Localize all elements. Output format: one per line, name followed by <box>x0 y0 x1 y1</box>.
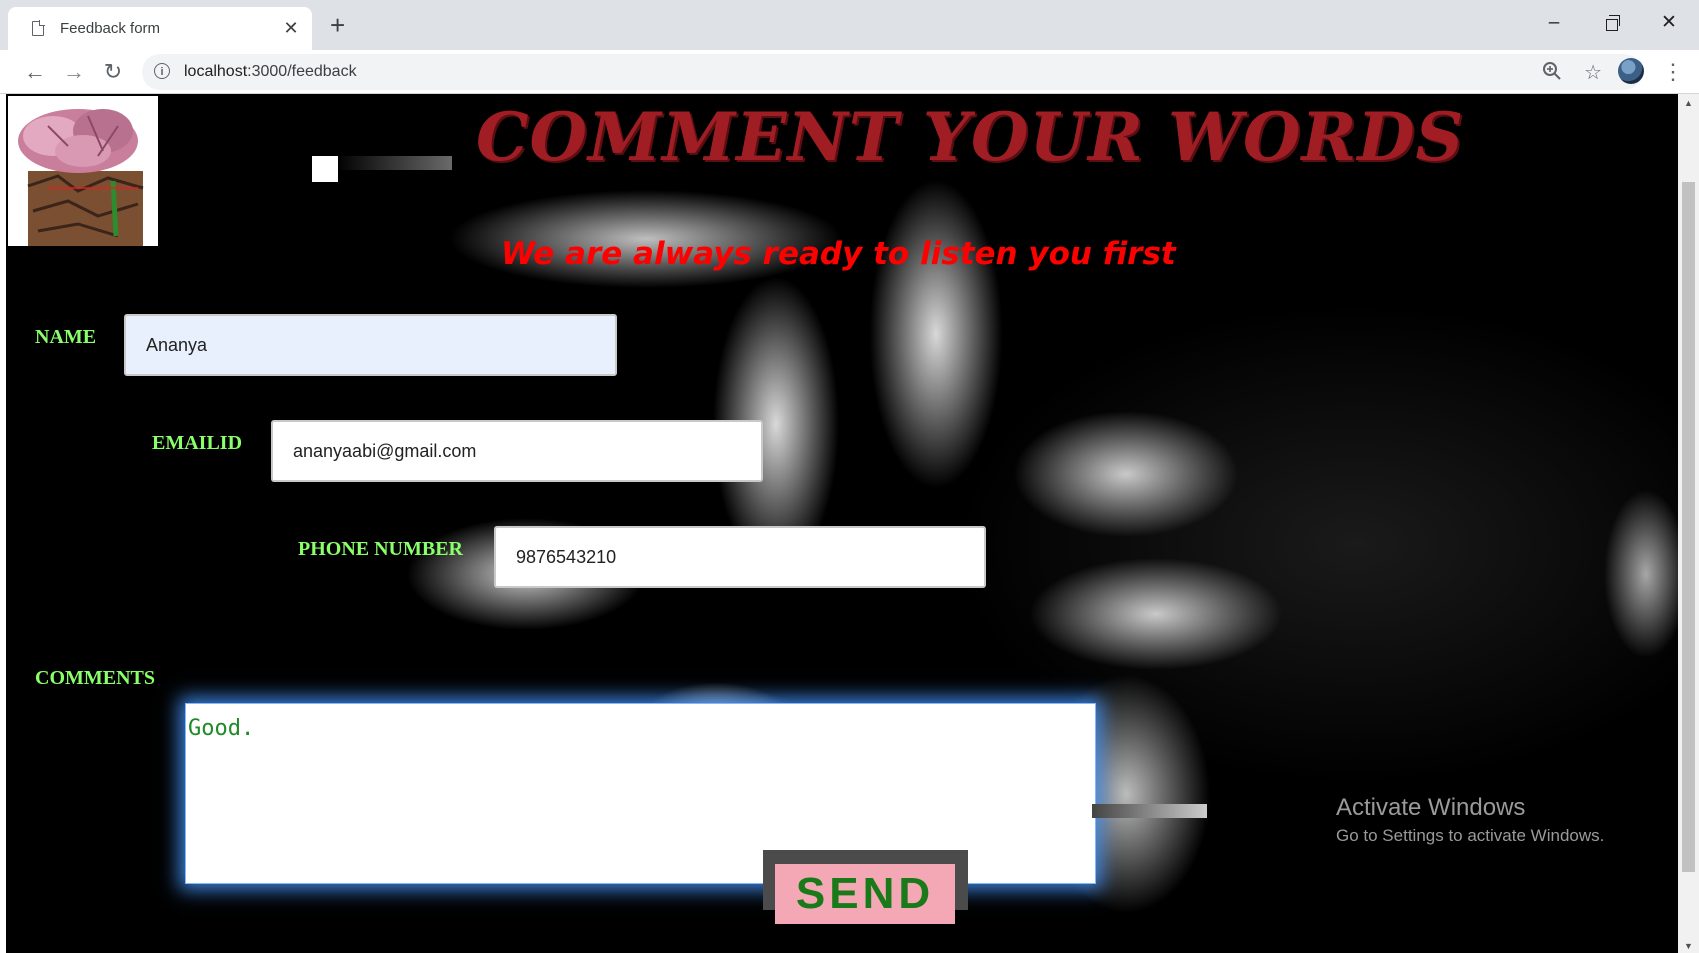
restore-icon[interactable] <box>1592 8 1632 38</box>
page-viewport: COMMENT YOUR WORDS We are always ready t… <box>6 94 1678 953</box>
decorative-square <box>312 800 338 820</box>
phone-input[interactable]: 9876543210 <box>494 526 986 588</box>
browser-tab[interactable]: Feedback form ✕ <box>8 7 312 50</box>
close-icon[interactable]: ✕ <box>282 18 300 39</box>
info-icon[interactable]: i <box>154 63 170 79</box>
star-icon[interactable]: ☆ <box>1584 60 1602 85</box>
comments-label: COMMENTS <box>35 667 155 689</box>
back-arrow-icon[interactable]: ← <box>19 56 51 88</box>
decorative-square <box>754 800 780 820</box>
email-input[interactable]: ananyaabi@gmail.com <box>271 420 763 482</box>
window-close-icon[interactable]: ✕ <box>1649 8 1689 38</box>
decorative-bar <box>1092 804 1207 818</box>
watermark-title: Activate Windows <box>1336 794 1526 821</box>
browser-toolbar: ← → ↻ i localhost:3000/feedback ☆ ⋮ <box>0 50 1699 94</box>
url-path: :3000/feedback <box>247 63 357 80</box>
page-title: COMMENT YOUR WORDS <box>476 98 1465 176</box>
watermark-subtitle: Go to Settings to activate Windows. <box>1336 826 1605 845</box>
tab-strip: Feedback form ✕ + – ✕ <box>0 0 1699 50</box>
phone-label: PHONE NUMBER <box>298 538 463 560</box>
document-icon <box>32 20 45 36</box>
windows-activation-watermark: Activate Windows Go to Settings to activ… <box>1336 794 1604 846</box>
decorative-bar <box>336 156 452 170</box>
reload-icon[interactable]: ↻ <box>97 56 129 88</box>
avatar[interactable] <box>1618 58 1644 84</box>
logo-image <box>8 96 158 246</box>
url-text[interactable]: localhost:3000/feedback <box>184 63 357 81</box>
kebab-menu-icon[interactable]: ⋮ <box>1662 57 1684 87</box>
scroll-down-icon[interactable]: ▼ <box>1684 941 1693 951</box>
email-label: EMAILID <box>152 432 243 454</box>
zoom-icon[interactable] <box>1542 61 1562 87</box>
url-host: localhost <box>184 63 248 80</box>
forward-arrow-icon[interactable]: → <box>58 56 90 88</box>
scroll-up-icon[interactable]: ▲ <box>1684 98 1693 108</box>
minimize-icon[interactable]: – <box>1534 8 1574 38</box>
vertical-scrollbar[interactable]: ▲ ▼ <box>1678 94 1699 953</box>
tab-title: Feedback form <box>60 20 161 37</box>
scrollbar-thumb[interactable] <box>1682 182 1695 872</box>
name-label: NAME <box>35 326 97 348</box>
send-button[interactable]: SEND <box>775 864 955 924</box>
name-input[interactable]: Ananya <box>124 314 617 376</box>
decorative-square <box>312 156 338 182</box>
plus-icon[interactable]: + <box>330 10 345 40</box>
address-bar[interactable]: i localhost:3000/feedback ☆ <box>142 54 1642 90</box>
page-subtitle: We are always ready to listen you first <box>501 236 1176 272</box>
decorative-square <box>1062 800 1088 826</box>
send-button-frame: SEND <box>763 850 968 924</box>
